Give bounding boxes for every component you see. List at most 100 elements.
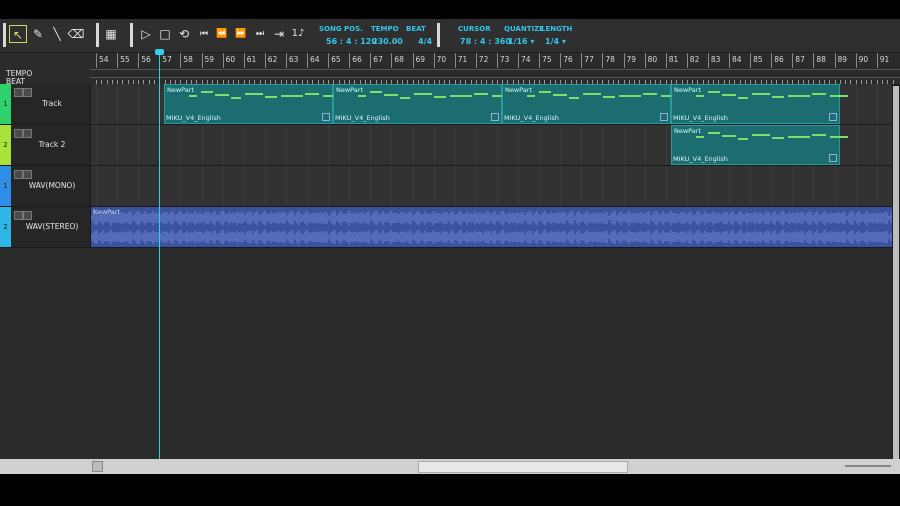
note[interactable] bbox=[583, 93, 601, 95]
note[interactable] bbox=[201, 91, 213, 93]
note[interactable] bbox=[696, 136, 704, 138]
track-lane[interactable] bbox=[91, 166, 892, 206]
mute-button[interactable] bbox=[14, 211, 23, 220]
note[interactable] bbox=[569, 97, 579, 99]
note[interactable] bbox=[265, 96, 277, 98]
loop-icon[interactable]: ⟲ bbox=[175, 25, 193, 43]
toolbar-grip[interactable] bbox=[437, 23, 440, 47]
pencil-tool-icon[interactable]: ✎ bbox=[29, 25, 47, 43]
solo-button[interactable] bbox=[23, 88, 32, 97]
note[interactable] bbox=[812, 134, 826, 136]
note[interactable] bbox=[830, 95, 848, 97]
note[interactable] bbox=[738, 97, 748, 99]
eraser-tool-icon[interactable]: ⌫ bbox=[67, 25, 85, 43]
toolbar-grip[interactable] bbox=[130, 23, 133, 47]
vertical-scroll-thumb[interactable] bbox=[893, 86, 899, 466]
horizontal-scrollbar[interactable] bbox=[0, 459, 900, 474]
track-row[interactable]: 1 WAV(MONO) bbox=[0, 166, 892, 207]
playhead[interactable] bbox=[159, 53, 160, 474]
note[interactable] bbox=[738, 138, 748, 140]
toolbar-grip[interactable] bbox=[3, 23, 6, 47]
note[interactable] bbox=[788, 136, 810, 138]
timeline-ruler[interactable]: TEMPO BEAT 54 55 56 57 58 59 60 61 62 63 64 65 66 67 6… bbox=[0, 53, 900, 86]
note[interactable] bbox=[189, 95, 197, 97]
note[interactable] bbox=[788, 95, 810, 97]
go-start-icon[interactable]: ⏮ bbox=[195, 25, 213, 43]
playhead-handle[interactable] bbox=[155, 49, 164, 55]
vertical-scrollbar[interactable] bbox=[892, 84, 900, 474]
note[interactable] bbox=[708, 132, 720, 134]
zoom-slider[interactable] bbox=[845, 465, 891, 467]
select-tool-icon[interactable]: ↖ bbox=[9, 25, 27, 43]
beat-value[interactable]: 4/4 bbox=[418, 37, 432, 46]
note[interactable] bbox=[527, 95, 535, 97]
part-edit-icon[interactable] bbox=[829, 154, 837, 162]
note[interactable] bbox=[752, 134, 770, 136]
vocal-part[interactable]: NewPart MIKU_V4_English bbox=[502, 84, 679, 124]
note[interactable] bbox=[619, 95, 641, 97]
track-row[interactable]: 2 Track 2 NewPart MIKU_V4_English bbox=[0, 125, 892, 166]
fast-forward-icon[interactable]: ⏩ bbox=[232, 25, 250, 43]
note[interactable] bbox=[215, 94, 229, 96]
note[interactable] bbox=[414, 93, 432, 95]
note[interactable] bbox=[603, 96, 615, 98]
note[interactable] bbox=[772, 96, 784, 98]
track-header[interactable]: 2 WAV(STEREO) bbox=[0, 207, 91, 247]
note[interactable] bbox=[474, 93, 488, 95]
wav-part[interactable]: NewPart bbox=[91, 207, 892, 247]
solo-button[interactable] bbox=[23, 211, 32, 220]
note[interactable] bbox=[772, 137, 784, 139]
track-row[interactable]: 2 WAV(STEREO) NewPart bbox=[0, 207, 892, 248]
solo-button[interactable] bbox=[23, 170, 32, 179]
quantize-select[interactable]: 1/16 ▾ bbox=[508, 37, 534, 46]
tempo-value[interactable]: 230.00 bbox=[372, 37, 403, 46]
horizontal-scroll-thumb[interactable] bbox=[418, 461, 628, 473]
song-pos-value[interactable]: 56 : 4 : 120 bbox=[326, 37, 377, 46]
length-select[interactable]: 1/4 ▾ bbox=[545, 37, 566, 46]
mute-button[interactable] bbox=[14, 88, 23, 97]
tempo-lane[interactable] bbox=[90, 69, 900, 77]
go-end-icon[interactable]: ⏭ bbox=[251, 25, 269, 43]
vocal-part[interactable]: NewPart MIKU_V4_English bbox=[671, 125, 848, 165]
solo-button[interactable] bbox=[23, 129, 32, 138]
play-icon[interactable]: ▷ bbox=[137, 25, 155, 43]
track-lane[interactable]: NewPart MIKU_V4_English bbox=[91, 125, 892, 165]
note[interactable] bbox=[450, 95, 472, 97]
note[interactable] bbox=[643, 93, 657, 95]
scroll-left-button[interactable] bbox=[92, 461, 103, 472]
note[interactable] bbox=[358, 95, 366, 97]
mute-button[interactable] bbox=[14, 129, 23, 138]
track-header[interactable]: 1 WAV(MONO) bbox=[0, 166, 91, 206]
note[interactable] bbox=[231, 97, 241, 99]
note[interactable] bbox=[708, 91, 720, 93]
note[interactable] bbox=[553, 94, 567, 96]
stop-icon[interactable]: □ bbox=[156, 25, 174, 43]
track-lane[interactable]: NewPart MIKU_V4_English NewPart MIKU_V4_Eng… bbox=[91, 84, 892, 124]
note[interactable] bbox=[370, 91, 382, 93]
track-lane[interactable]: NewPart bbox=[91, 207, 892, 247]
part-edit-icon[interactable] bbox=[829, 113, 837, 121]
note[interactable] bbox=[722, 94, 736, 96]
note[interactable] bbox=[830, 136, 848, 138]
metronome-icon[interactable]: 1♪ bbox=[289, 25, 307, 43]
note[interactable] bbox=[696, 95, 704, 97]
note[interactable] bbox=[539, 91, 551, 93]
vocal-part[interactable]: NewPart MIKU_V4_English bbox=[333, 84, 510, 124]
track-row[interactable]: 1 Track NewPart MIKU_V4_English NewPart MIKU_… bbox=[0, 84, 892, 125]
note[interactable] bbox=[400, 97, 410, 99]
part-edit-icon[interactable] bbox=[322, 113, 330, 121]
note[interactable] bbox=[305, 93, 319, 95]
bar-numbers[interactable]: 54 55 56 57 58 59 60 61 62 63 64 65 66 67 68 69 70 71 72 73… bbox=[90, 53, 900, 68]
line-tool-icon[interactable]: ╲ bbox=[48, 25, 66, 43]
note[interactable] bbox=[722, 135, 736, 137]
note[interactable] bbox=[812, 93, 826, 95]
track-header[interactable]: 1 Track bbox=[0, 84, 91, 124]
mixer-icon[interactable]: ▦ bbox=[102, 25, 120, 43]
note[interactable] bbox=[752, 93, 770, 95]
part-edit-icon[interactable] bbox=[491, 113, 499, 121]
vocal-part[interactable]: NewPart MIKU_V4_English bbox=[164, 84, 341, 124]
mute-button[interactable] bbox=[14, 170, 23, 179]
note[interactable] bbox=[384, 94, 398, 96]
toolbar-grip[interactable] bbox=[96, 23, 99, 47]
track-header[interactable]: 2 Track 2 bbox=[0, 125, 91, 165]
